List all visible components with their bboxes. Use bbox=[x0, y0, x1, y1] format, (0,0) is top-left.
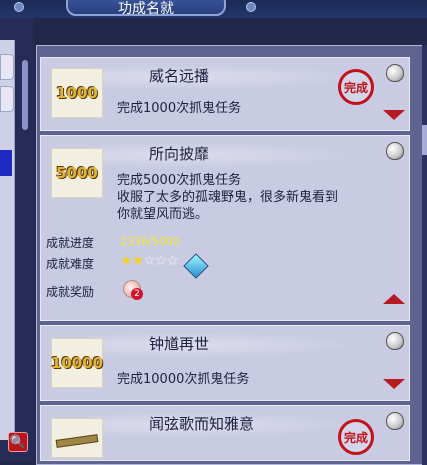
star-empty-icon: ☆ bbox=[143, 253, 156, 269]
instrument-icon bbox=[55, 434, 99, 448]
gem-icon bbox=[183, 253, 209, 279]
achievement-title: 钟馗再世 bbox=[149, 335, 210, 353]
achievement-card[interactable]: 10000 钟馗再世 完成10000次抓鬼任务 bbox=[40, 325, 410, 401]
peach-icon[interactable] bbox=[386, 142, 404, 160]
achievement-desc: 完成5000次抓鬼任务 bbox=[117, 173, 242, 188]
expand-arrow-icon[interactable] bbox=[383, 110, 405, 120]
achievement-badge: 10000 bbox=[51, 338, 103, 388]
star-icon: ★ bbox=[120, 253, 133, 269]
completed-seal-icon: 完成 bbox=[338, 419, 374, 455]
scrollbar-thumb[interactable] bbox=[422, 125, 427, 155]
achievement-card[interactable]: 闻弦歌而知雅意 完成 bbox=[40, 405, 410, 461]
peach-icon[interactable] bbox=[386, 64, 404, 82]
star-icon: ★ bbox=[131, 253, 145, 269]
left-tab-button[interactable] bbox=[0, 54, 14, 80]
expand-arrow-icon[interactable] bbox=[383, 379, 405, 389]
search-icon: 🔍 bbox=[9, 435, 27, 450]
star-empty-icon: ☆ bbox=[166, 253, 179, 269]
left-tab-button[interactable] bbox=[0, 86, 14, 112]
star-empty-icon: ☆ bbox=[154, 253, 168, 269]
achievement-title: 威名远播 bbox=[149, 67, 210, 85]
difficulty-stars: ★★☆☆☆ bbox=[120, 253, 179, 269]
achievement-desc: 完成10000次抓鬼任务 bbox=[117, 372, 250, 387]
achievement-card[interactable]: 1000 威名远播 完成1000次抓鬼任务 完成 bbox=[40, 57, 410, 131]
completed-seal-icon: 完成 bbox=[338, 69, 374, 105]
peach-icon[interactable] bbox=[386, 412, 404, 430]
achievement-desc: 完成1000次抓鬼任务 bbox=[117, 101, 242, 116]
collapse-arrow-icon[interactable] bbox=[383, 294, 405, 304]
achievement-badge-image bbox=[51, 418, 103, 458]
right-scrollbar[interactable] bbox=[422, 45, 427, 465]
banner-dot-icon bbox=[246, 2, 256, 12]
achievement-card-expanded[interactable]: 5000 所向披靡 完成5000次抓鬼任务 收服了太多的孤魂野鬼，很多新鬼看到你… bbox=[40, 135, 410, 321]
achievement-title: 所向披靡 bbox=[149, 145, 210, 163]
achievement-badge: 5000 bbox=[51, 148, 103, 198]
progress-label: 成就进度 bbox=[46, 236, 95, 250]
left-highlight bbox=[0, 150, 12, 176]
left-scrollbar[interactable] bbox=[22, 60, 28, 130]
achievement-flavor-text: 收服了太多的孤魂野鬼，很多新鬼看到你就望风而逃。 bbox=[117, 190, 339, 222]
window-title: 功成名就 bbox=[66, 0, 226, 17]
progress-value: 2336/5000 bbox=[120, 235, 180, 248]
peach-icon[interactable] bbox=[386, 332, 404, 350]
reward-count-badge: 2 bbox=[131, 288, 143, 300]
banner-dot-icon bbox=[14, 2, 24, 12]
reward-label: 成就奖励 bbox=[46, 285, 95, 299]
achievement-title: 闻弦歌而知雅意 bbox=[149, 415, 255, 433]
difficulty-label: 成就难度 bbox=[46, 257, 95, 271]
achievement-badge: 1000 bbox=[51, 68, 103, 118]
search-button[interactable]: 🔍 bbox=[8, 432, 28, 452]
